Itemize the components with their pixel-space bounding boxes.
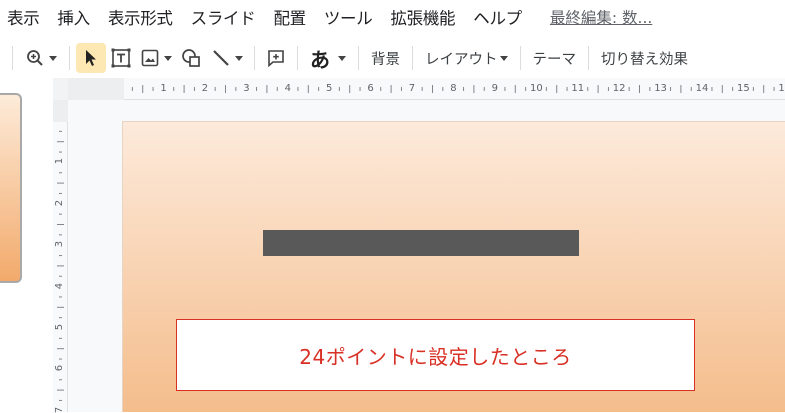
ruler-label: 16 bbox=[778, 83, 785, 94]
image-icon bbox=[141, 49, 158, 67]
ruler-label: 6 bbox=[54, 365, 66, 372]
menu-slide[interactable]: スライド bbox=[191, 5, 256, 29]
ruler-label: 11 bbox=[571, 83, 585, 94]
toolbar-divider bbox=[358, 46, 359, 70]
ruler-label: 3 bbox=[243, 83, 250, 94]
line-icon bbox=[212, 50, 229, 66]
ruler-label: 12 bbox=[612, 83, 626, 94]
title-bar-shape[interactable] bbox=[263, 230, 579, 256]
input-tools-button[interactable]: あ bbox=[304, 43, 352, 73]
menu-bar: 表示 挿入 表示形式 スライド 配置 ツール 拡張機能 ヘルプ 最終編集: 数.… bbox=[0, 0, 785, 34]
toolbar: あ 背景 レイアウト テーマ 切り替え効果 bbox=[0, 38, 785, 78]
menu-format[interactable]: 表示形式 bbox=[108, 5, 173, 29]
ruler-label: 2 bbox=[54, 199, 66, 206]
shape-button[interactable] bbox=[176, 43, 206, 73]
toolbar-divider bbox=[254, 46, 255, 70]
zoom-button[interactable] bbox=[19, 43, 63, 73]
theme-button[interactable]: テーマ bbox=[527, 43, 583, 73]
ruler-label: 9 bbox=[491, 83, 498, 94]
horizontal-ruler[interactable]: 12345678910111213141516 bbox=[68, 78, 785, 100]
menu-tools[interactable]: ツール bbox=[324, 5, 373, 29]
toolbar-divider bbox=[12, 46, 13, 70]
chevron-down-icon bbox=[48, 55, 57, 61]
select-button[interactable] bbox=[76, 43, 106, 73]
textbox-button[interactable] bbox=[106, 43, 136, 73]
ruler-label: 15 bbox=[737, 83, 750, 94]
layout-label: レイアウト bbox=[425, 51, 498, 68]
ruler-label: 1 bbox=[54, 158, 66, 165]
input-tools-icon: あ bbox=[310, 47, 330, 72]
ruler-label: 4 bbox=[284, 83, 291, 94]
ruler-label: 14 bbox=[695, 83, 709, 94]
horizontal-ruler-ticks bbox=[131, 85, 775, 93]
ruler-label: 5 bbox=[54, 323, 66, 331]
slide-textbox-text: 24ポイントに設定したところ bbox=[299, 344, 572, 369]
ruler-label: 8 bbox=[450, 83, 457, 94]
ruler-corner bbox=[53, 78, 68, 100]
slide-thumbnail[interactable] bbox=[0, 93, 22, 283]
menu-insert[interactable]: 挿入 bbox=[57, 5, 90, 29]
image-button[interactable] bbox=[136, 43, 176, 73]
ruler-label: 10 bbox=[530, 83, 543, 94]
chevron-down-icon bbox=[234, 55, 243, 61]
menu-extensions[interactable]: 拡張機能 bbox=[390, 5, 455, 29]
toolbar-divider bbox=[69, 46, 70, 70]
shape-icon bbox=[182, 49, 200, 67]
line-button[interactable] bbox=[206, 43, 248, 73]
ruler-label: 13 bbox=[654, 83, 667, 94]
add-comment-button[interactable] bbox=[261, 43, 291, 73]
menu-arrange[interactable]: 配置 bbox=[273, 5, 306, 29]
zoom-icon bbox=[26, 50, 43, 66]
chevron-down-icon bbox=[499, 55, 508, 61]
layout-button[interactable]: レイアウト bbox=[419, 43, 514, 73]
last-edit-link[interactable]: 最終編集: 数... bbox=[550, 6, 652, 28]
filmstrip-panel bbox=[0, 78, 53, 412]
menu-help[interactable]: ヘルプ bbox=[473, 5, 522, 29]
toolbar-divider bbox=[588, 46, 589, 70]
ruler-label: 7 bbox=[408, 83, 416, 94]
ruler-label: 2 bbox=[201, 83, 209, 94]
toolbar-divider bbox=[412, 46, 413, 70]
ruler-label: 6 bbox=[367, 83, 374, 94]
textbox-icon bbox=[111, 48, 131, 68]
background-button[interactable]: 背景 bbox=[365, 43, 406, 73]
slide-textbox[interactable]: 24ポイントに設定したところ bbox=[176, 319, 695, 391]
ruler-label: 3 bbox=[54, 241, 66, 248]
transition-button[interactable]: 切り替え効果 bbox=[595, 43, 694, 73]
select-cursor-icon bbox=[86, 50, 96, 66]
toolbar-divider bbox=[297, 46, 298, 70]
ruler-label: 7 bbox=[54, 406, 66, 413]
toolbar-divider bbox=[519, 46, 521, 70]
ruler-label: 1 bbox=[160, 83, 167, 94]
menu-view[interactable]: 表示 bbox=[7, 5, 40, 29]
ruler-label: 4 bbox=[54, 282, 66, 289]
ruler-label: 5 bbox=[326, 83, 333, 94]
vertical-ruler[interactable]: 1 2 3 4 5 6 7 bbox=[53, 100, 68, 413]
chevron-down-icon bbox=[163, 55, 172, 61]
add-comment-icon bbox=[268, 50, 284, 67]
chevron-down-icon bbox=[338, 55, 346, 61]
